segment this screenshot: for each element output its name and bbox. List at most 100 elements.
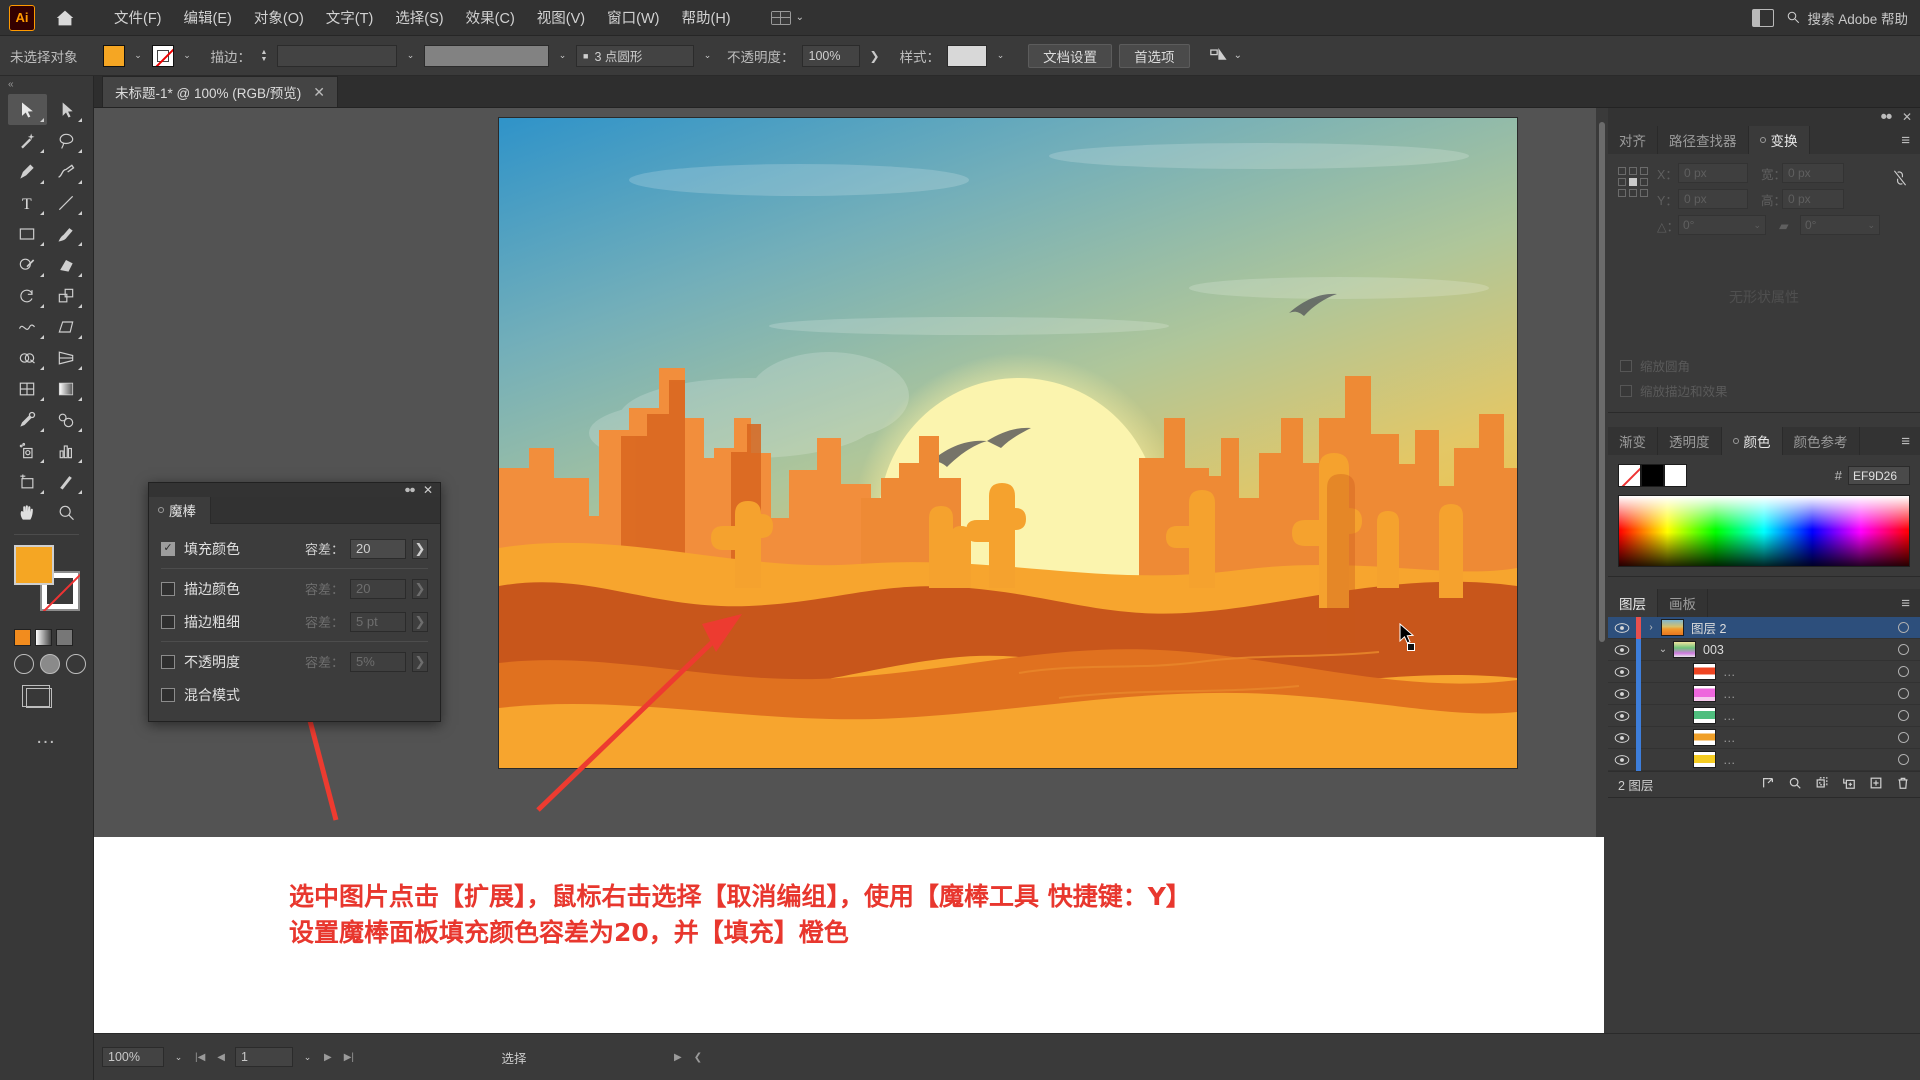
make-clipping-mask-icon[interactable]	[1815, 776, 1829, 793]
artboard-tool[interactable]	[8, 466, 47, 497]
magic-wand-row-stroke-weight[interactable]: 描边粗细 容差： 5 pt ❯	[149, 605, 440, 638]
fill-color-control[interactable]	[14, 545, 54, 585]
menu-item-object[interactable]: 对象(O)	[243, 1, 315, 34]
panel-menu-icon[interactable]: ≡	[1891, 427, 1920, 455]
magic-wand-panel[interactable]: ⏺⏺ ✕ 魔棒 填充颜色 容差： 20 ❯ 描边颜色	[148, 482, 441, 722]
status-expand-icon[interactable]: ▶	[672, 1052, 684, 1063]
eye-icon[interactable]	[1608, 710, 1636, 722]
arrange-documents-icon[interactable]	[1752, 8, 1775, 27]
toolbar-collapse-handle[interactable]: «	[0, 76, 93, 92]
layer-row[interactable]: ⌄ 003	[1608, 638, 1920, 661]
layer-target-icon[interactable]	[1886, 644, 1920, 655]
layer-row[interactable]: …	[1608, 660, 1920, 683]
layer-target-icon[interactable]	[1886, 688, 1920, 699]
magic-wand-row-blending-mode[interactable]: 混合模式	[149, 678, 440, 711]
hand-tool[interactable]	[8, 497, 47, 528]
menu-item-select[interactable]: 选择(S)	[384, 1, 454, 34]
transform-y-input[interactable]: 0 px	[1678, 189, 1748, 209]
magic-wand-row-stroke-color[interactable]: 描边颜色 容差： 20 ❯	[149, 572, 440, 605]
stroke-profile-caret-icon[interactable]: ⌄	[556, 45, 569, 67]
slice-tool[interactable]	[47, 466, 86, 497]
status-collapse-icon[interactable]: ❮	[692, 1052, 704, 1063]
eye-icon[interactable]	[1608, 622, 1636, 634]
document-setup-button[interactable]: 文档设置	[1028, 43, 1113, 68]
normal-drawing-mode-icon[interactable]	[14, 654, 34, 674]
chevron-down-icon[interactable]: ⌄	[1753, 220, 1761, 231]
menu-item-help[interactable]: 帮助(H)	[670, 1, 741, 34]
layer-name[interactable]: …	[1723, 731, 1886, 745]
magic-wand-tool[interactable]	[8, 125, 47, 156]
free-transform-tool[interactable]	[47, 311, 86, 342]
curvature-tool[interactable]	[47, 156, 86, 187]
stroke-profile-field[interactable]	[424, 44, 549, 67]
artboard-caret-icon[interactable]: ⌄	[301, 1046, 314, 1068]
zoom-caret-icon[interactable]: ⌄	[172, 1046, 185, 1068]
layer-target-icon[interactable]	[1886, 622, 1920, 633]
color-spectrum[interactable]	[1618, 495, 1910, 567]
layer-twisty-icon[interactable]: ⌄	[1653, 644, 1673, 655]
home-icon[interactable]	[53, 6, 77, 30]
paintbrush-tool[interactable]	[47, 218, 86, 249]
layer-target-icon[interactable]	[1886, 666, 1920, 677]
tab-color-guide[interactable]: 颜色参考	[1782, 427, 1860, 455]
layer-twisty-icon[interactable]: ›	[1641, 622, 1661, 633]
gradient-tool[interactable]	[47, 373, 86, 404]
brush-definition-field[interactable]: ■ 3 点圆形	[576, 44, 694, 67]
prev-page-icon[interactable]: ◀	[215, 1052, 227, 1063]
fill-caret-icon[interactable]: ⌄	[132, 45, 145, 67]
lasso-tool[interactable]	[47, 125, 86, 156]
reference-point-selector[interactable]	[1618, 167, 1648, 197]
screen-mode-icon[interactable]	[0, 674, 93, 708]
eyedropper-tool[interactable]	[8, 404, 47, 435]
shape-builder-tool[interactable]	[8, 342, 47, 373]
opacity-checkbox[interactable]	[161, 654, 175, 669]
locate-object-icon[interactable]	[1761, 776, 1775, 793]
panel-menu-icon[interactable]: ≡	[1891, 126, 1920, 154]
direct-selection-tool[interactable]	[47, 94, 86, 125]
new-sublayer-icon[interactable]	[1842, 776, 1856, 793]
eye-icon[interactable]	[1608, 666, 1636, 678]
tab-layers[interactable]: 图层	[1608, 589, 1658, 617]
hex-input[interactable]: EF9D26	[1848, 466, 1910, 485]
color-black-swatch[interactable]	[1641, 464, 1664, 487]
align-icon[interactable]: ⌄	[1209, 47, 1242, 64]
chevron-down-icon[interactable]: ⌄	[1867, 220, 1875, 231]
search-adobe-box[interactable]: 搜索 Adobe 帮助	[1786, 8, 1908, 28]
magic-wand-row-fill-color[interactable]: 填充颜色 容差： 20 ❯	[149, 532, 440, 565]
preferences-button[interactable]: 首选项	[1119, 43, 1190, 68]
edit-toolbar-more-icon[interactable]: …	[0, 708, 93, 749]
type-tool[interactable]: T	[8, 187, 47, 218]
link-broken-icon[interactable]	[1890, 163, 1910, 193]
symbol-sprayer-tool[interactable]	[8, 435, 47, 466]
mesh-tool[interactable]	[8, 373, 47, 404]
document-tab[interactable]: 未标题-1* @ 100% (RGB/预览) ✕	[102, 76, 338, 107]
layer-name[interactable]: …	[1723, 687, 1886, 701]
tab-magic-wand[interactable]: 魔棒	[149, 496, 211, 524]
draw-inside-mode-icon[interactable]	[66, 654, 86, 674]
search-icon[interactable]	[1788, 776, 1802, 793]
last-page-icon[interactable]: ▶|	[342, 1052, 356, 1063]
tab-gradient[interactable]: 渐变	[1608, 427, 1658, 455]
opacity-expand-icon[interactable]: ❯	[867, 49, 883, 63]
menu-item-window[interactable]: 窗口(W)	[596, 1, 670, 34]
style-caret-icon[interactable]: ⌄	[994, 45, 1007, 67]
eye-icon[interactable]	[1608, 732, 1636, 744]
delete-layer-icon[interactable]	[1896, 776, 1910, 793]
first-page-icon[interactable]: |◀	[193, 1052, 207, 1063]
pen-tool[interactable]	[8, 156, 47, 187]
menu-item-view[interactable]: 视图(V)	[526, 1, 596, 34]
tab-align[interactable]: 对齐	[1608, 126, 1658, 154]
swatch-none[interactable]	[56, 629, 73, 646]
line-segment-tool[interactable]	[47, 187, 86, 218]
graphic-style-swatch[interactable]	[947, 44, 988, 67]
stroke-weight-field[interactable]	[277, 44, 397, 67]
layer-target-icon[interactable]	[1886, 754, 1920, 765]
menu-item-effect[interactable]: 效果(C)	[455, 1, 526, 34]
stroke-weight-caret-icon[interactable]: ⌄	[404, 45, 417, 67]
stroke-color-swatch[interactable]	[151, 44, 174, 67]
collapse-icon[interactable]: ⏺⏺	[405, 485, 415, 496]
next-page-icon[interactable]: ▶	[322, 1052, 334, 1063]
scale-corners-checkbox-row[interactable]: 缩放圆角	[1618, 353, 1910, 378]
layer-name[interactable]: …	[1723, 753, 1886, 767]
width-tool[interactable]	[8, 311, 47, 342]
